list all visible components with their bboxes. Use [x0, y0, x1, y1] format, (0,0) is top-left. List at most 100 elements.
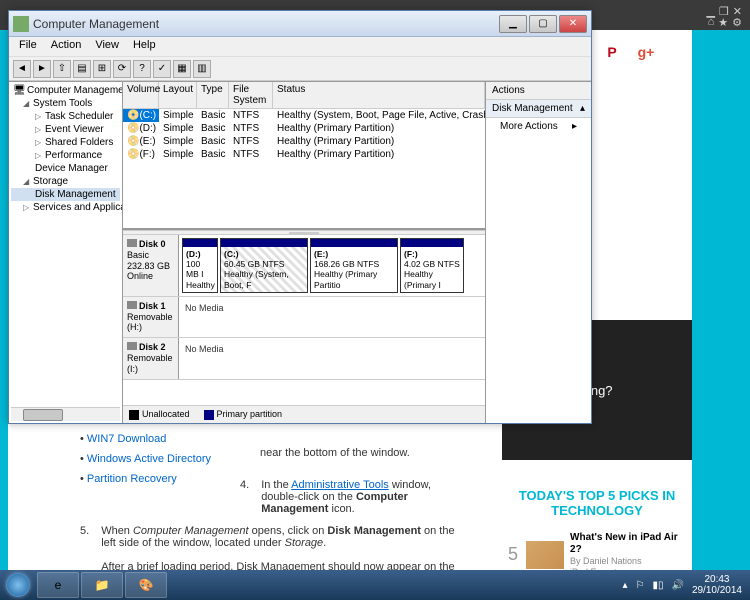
up-button[interactable]: ⇧ — [53, 60, 71, 78]
scrollbar-thumb[interactable] — [23, 409, 63, 421]
gear-icon[interactable]: ⚙ — [732, 16, 742, 29]
pinterest-icon[interactable]: P — [598, 38, 626, 66]
partition[interactable]: (C:)60.45 GB NTFSHealthy (System, Boot, … — [220, 238, 308, 293]
close-button[interactable]: ✕ — [559, 15, 587, 33]
expand-icon[interactable]: ▷ — [23, 203, 33, 212]
computer-management-window: Computer Management ▁ ▢ ✕ File Action Vi… — [8, 10, 592, 424]
console-icon: 🖥 — [13, 85, 25, 95]
system-tray[interactable]: ▴ ⚐ ▮▯ 🔊 20:43 29/10/2014 — [614, 574, 750, 596]
navigation-tree[interactable]: 🖥Computer Management (Local ◢System Tool… — [9, 82, 123, 423]
view-top-button[interactable]: ▦ — [173, 60, 191, 78]
tree-task-scheduler[interactable]: ▷Task Scheduler — [11, 110, 120, 123]
actions-header: Actions — [486, 82, 591, 100]
disk-icon — [127, 342, 137, 350]
top5-title: TODAY'S TOP 5 PICKS IN TECHNOLOGY — [502, 480, 692, 526]
disk2-row[interactable]: Disk 2 Removable (I:) No Media — [123, 338, 485, 379]
view-bottom-button[interactable]: ▥ — [193, 60, 211, 78]
forward-button[interactable]: ► — [33, 60, 51, 78]
list-row[interactable]: 📀(D:)SimpleBasicNTFSHealthy (Primary Par… — [123, 122, 485, 135]
show-hidden-icons[interactable]: ▴ — [622, 580, 627, 591]
tree-disk-management[interactable]: Disk Management — [11, 188, 120, 201]
flag-icon[interactable]: ⚐ — [636, 580, 645, 591]
horizontal-splitter[interactable] — [123, 230, 485, 235]
window-title: Computer Management — [33, 17, 499, 31]
disk2-nomedia: No Media — [179, 338, 485, 378]
tree-root[interactable]: 🖥Computer Management (Local — [11, 84, 120, 97]
partition[interactable]: (E:)168.26 GB NTFSHealthy (Primary Parti… — [310, 238, 398, 293]
expand-icon[interactable]: ▷ — [35, 151, 45, 160]
menubar: File Action View Help — [9, 37, 591, 57]
disk0-label[interactable]: Disk 0 Basic 232.83 GB Online — [123, 235, 179, 296]
chevron-up-icon: ▴ — [580, 103, 585, 114]
tree-hscrollbar[interactable] — [11, 407, 120, 421]
collapse-icon[interactable]: ◢ — [23, 177, 33, 186]
collapse-icon[interactable]: ◢ — [23, 99, 33, 108]
help-button[interactable]: ? — [133, 60, 151, 78]
tree-services[interactable]: ▷Services and Applications — [11, 201, 120, 214]
start-button[interactable] — [0, 570, 36, 600]
tree-event-viewer[interactable]: ▷Event Viewer — [11, 123, 120, 136]
favorite-icon[interactable]: ★ — [718, 16, 728, 29]
sound-icon[interactable]: 🔊 — [671, 580, 683, 591]
menu-help[interactable]: Help — [127, 37, 162, 56]
menu-file[interactable]: File — [13, 37, 43, 56]
show-hide-tree-button[interactable]: ▤ — [73, 60, 91, 78]
tree-system-tools[interactable]: ◢System Tools — [11, 97, 120, 110]
maximize-button[interactable]: ▢ — [529, 15, 557, 33]
taskbar-paint[interactable]: 🎨 — [125, 572, 167, 598]
toolbar: ◄ ► ⇧ ▤ ⊞ ⟳ ? ✓ ▦ ▥ — [9, 57, 591, 81]
expand-icon[interactable]: ▷ — [35, 112, 45, 121]
partition[interactable]: (F:)4.02 GB NTFSHealthy (Primary I — [400, 238, 464, 293]
back-button[interactable]: ◄ — [13, 60, 31, 78]
list-row[interactable]: 📀(F:)SimpleBasicNTFSHealthy (Primary Par… — [123, 148, 485, 161]
tree-performance[interactable]: ▷Performance — [11, 149, 120, 162]
google-plus-icon[interactable]: g+ — [632, 38, 660, 66]
partition[interactable]: (D:)100 MB IHealthy — [182, 238, 218, 293]
legend: Unallocated Primary partition — [123, 405, 485, 423]
tree-device-manager[interactable]: Device Manager — [11, 162, 120, 175]
home-icon[interactable]: ⌂ — [708, 16, 715, 29]
content-panel: Volume Layout Type File System Status 📀(… — [123, 82, 485, 423]
settings-button[interactable]: ✓ — [153, 60, 171, 78]
titlebar[interactable]: Computer Management ▁ ▢ ✕ — [9, 11, 591, 37]
network-icon[interactable]: ▮▯ — [652, 580, 663, 591]
disk0-row[interactable]: Disk 0 Basic 232.83 GB Online (D:)100 MB… — [123, 235, 485, 297]
expand-icon[interactable]: ▷ — [35, 138, 45, 147]
menu-view[interactable]: View — [89, 37, 125, 56]
menu-action[interactable]: Action — [45, 37, 88, 56]
actions-disk-management[interactable]: Disk Management▴ — [486, 100, 591, 118]
taskbar-ie[interactable]: e — [37, 572, 79, 598]
list-row[interactable]: 📀(E:)SimpleBasicNTFSHealthy (Primary Par… — [123, 135, 485, 148]
disk-graphical-view[interactable]: Disk 0 Basic 232.83 GB Online (D:)100 MB… — [123, 235, 485, 405]
admin-tools-link[interactable]: Administrative Tools — [291, 479, 389, 491]
disk-icon — [127, 301, 137, 309]
col-volume[interactable]: Volume — [123, 82, 159, 108]
actions-more[interactable]: More Actions▸ — [486, 118, 591, 135]
col-layout[interactable]: Layout — [159, 82, 197, 108]
primary-swatch — [204, 410, 214, 420]
app-icon — [13, 16, 29, 32]
refresh-button[interactable]: ⟳ — [113, 60, 131, 78]
windows-logo-icon — [6, 573, 30, 597]
minimize-button[interactable]: ▁ — [499, 15, 527, 33]
disk-icon — [127, 239, 137, 247]
taskbar-explorer[interactable]: 📁 — [81, 572, 123, 598]
col-status[interactable]: Status — [273, 82, 485, 108]
tree-storage[interactable]: ◢Storage — [11, 175, 120, 188]
expand-icon[interactable]: ▷ — [35, 125, 45, 134]
rank-number: 5 — [508, 544, 518, 565]
volume-list[interactable]: Volume Layout Type File System Status 📀(… — [123, 82, 485, 230]
top5-item-title: What's New in iPad Air 2? — [570, 532, 686, 556]
disk1-label[interactable]: Disk 1 Removable (H:) — [123, 297, 179, 337]
taskbar[interactable]: e 📁 🎨 ▴ ⚐ ▮▯ 🔊 20:43 29/10/2014 — [0, 570, 750, 600]
clock[interactable]: 20:43 29/10/2014 — [692, 574, 742, 596]
list-row[interactable]: 📀(C:)SimpleBasicNTFSHealthy (System, Boo… — [123, 109, 485, 122]
col-type[interactable]: Type — [197, 82, 229, 108]
ipad-thumb — [526, 541, 564, 569]
properties-button[interactable]: ⊞ — [93, 60, 111, 78]
disk1-row[interactable]: Disk 1 Removable (H:) No Media — [123, 297, 485, 338]
disk2-label[interactable]: Disk 2 Removable (I:) — [123, 338, 179, 378]
list-header[interactable]: Volume Layout Type File System Status — [123, 82, 485, 109]
col-filesystem[interactable]: File System — [229, 82, 273, 108]
tree-shared-folders[interactable]: ▷Shared Folders — [11, 136, 120, 149]
